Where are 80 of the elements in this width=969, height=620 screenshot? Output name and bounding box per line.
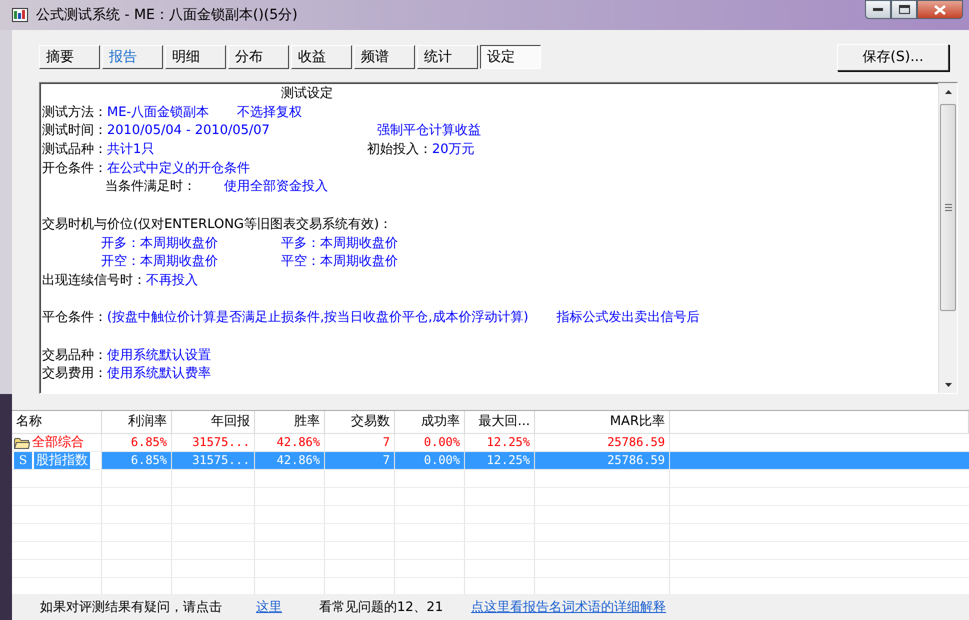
- section-label: 交易时机与价位(仅对ENTERLONG等旧图表交易系统有效)：: [42, 216, 392, 234]
- field-value: 使用系统默认费率: [107, 365, 211, 384]
- column-header[interactable]: 名称: [12, 411, 102, 433]
- table-cell: 31575...: [172, 434, 255, 451]
- minimize-button[interactable]: [865, 0, 891, 19]
- field-value: 2010/05/04 - 2010/05/07: [107, 122, 270, 140]
- scrollbar[interactable]: [938, 83, 957, 393]
- table-cell: 7: [325, 452, 395, 469]
- save-button[interactable]: 保存(S)...: [837, 44, 949, 70]
- folder-icon: [14, 436, 30, 448]
- price-setting: 开空：本周期收盘价: [101, 253, 219, 272]
- tab[interactable]: 统计: [417, 45, 478, 69]
- column-header[interactable]: 成功率: [395, 411, 465, 433]
- field-value: 指标公式发出卖出信号后: [556, 309, 700, 328]
- field-value: 使用全部资金投入: [224, 178, 328, 196]
- field-value: 强制平仓计算收益: [377, 122, 481, 140]
- column-header[interactable]: 年回报: [172, 411, 255, 433]
- faq-note: 看常见问题的12、21: [319, 599, 444, 616]
- table-cell: 42.86%: [255, 452, 325, 469]
- help-text: 如果对评测结果有疑问，请点击: [40, 599, 222, 616]
- price-setting: 平空：本周期收盘价: [281, 253, 399, 272]
- field-label: 开仓条件：: [42, 160, 107, 178]
- scroll-down-icon[interactable]: [944, 382, 952, 386]
- field-value: 20万元: [432, 141, 475, 160]
- help-link[interactable]: 这里: [256, 598, 282, 616]
- table-cell: 股指指数: [34, 452, 90, 469]
- type-letter: S: [14, 452, 32, 469]
- column-header[interactable]: 利润率: [102, 411, 172, 433]
- field-value: (按盘中触位价计算是否满足止损条件,按当日收盘价平仓,成本价浮动计算): [107, 309, 528, 328]
- price-setting: 开多：本周期收盘价: [101, 234, 219, 252]
- tab[interactable]: 明细: [165, 45, 226, 69]
- field-label: 平仓条件：: [42, 309, 107, 328]
- tab[interactable]: 报告: [102, 45, 163, 69]
- table-cell: 0.00%: [395, 434, 465, 451]
- tab[interactable]: 设定: [480, 45, 541, 69]
- table-cell: 31575...: [172, 452, 255, 469]
- scroll-up-icon[interactable]: [944, 90, 952, 94]
- table-cell: 12.25%: [465, 434, 535, 451]
- table-cell: 42.86%: [255, 434, 325, 451]
- field-label: 当条件满足时：: [105, 178, 196, 196]
- table-cell: 7: [325, 434, 395, 451]
- minimize-icon: [873, 8, 883, 12]
- maximize-button[interactable]: [891, 0, 917, 19]
- tab[interactable]: 摘要: [39, 45, 100, 69]
- field-label: 初始投入：: [367, 141, 432, 160]
- field-label: 测试方法：: [42, 104, 107, 122]
- report-heading: 测试设定: [281, 85, 333, 103]
- table-cell: 6.85%: [102, 434, 172, 451]
- tab[interactable]: 收益: [291, 45, 352, 69]
- field-value: 共计1只: [107, 141, 154, 160]
- field-label: 测试品种：: [42, 141, 107, 160]
- column-header[interactable]: 胜率: [255, 411, 325, 433]
- column-header[interactable]: MAR比率: [535, 411, 670, 433]
- table-cell: 25786.59: [535, 452, 670, 469]
- field-value: ME-八面金锁副本: [107, 104, 210, 122]
- table-cell: 12.25%: [465, 452, 535, 469]
- field-value: 使用系统默认设置: [107, 346, 211, 365]
- scroll-thumb[interactable]: [940, 104, 956, 311]
- column-header[interactable]: 交易数: [325, 411, 395, 433]
- field-value: 不选择复权: [237, 104, 302, 122]
- maximize-icon: [898, 5, 910, 14]
- close-button[interactable]: [917, 0, 963, 19]
- field-label: 出现连续信号时：: [42, 272, 146, 290]
- table-cell: 0.00%: [395, 452, 465, 469]
- close-icon: [934, 4, 946, 14]
- field-label: 交易品种：: [42, 346, 107, 365]
- tab[interactable]: 分布: [228, 45, 289, 69]
- glossary-link[interactable]: 点这里看报告名词术语的详细解释: [471, 598, 666, 616]
- table-cell: 6.85%: [102, 452, 172, 469]
- field-value: 不再投入: [146, 272, 198, 290]
- field-label: 交易费用：: [42, 365, 107, 384]
- column-header[interactable]: 最大回...: [465, 411, 535, 433]
- field-label: 测试时间：: [42, 122, 107, 140]
- field-value: 在公式中定义的开仓条件: [107, 160, 250, 178]
- window-title: 公式测试系统 - ME：八面金锁副本()(5分): [36, 6, 299, 24]
- table-cell: 25786.59: [535, 434, 670, 451]
- app-icon: [12, 8, 28, 22]
- price-setting: 平多：本周期收盘价: [281, 234, 399, 252]
- table-cell: 全部综合: [32, 434, 84, 451]
- tab[interactable]: 频谱: [354, 45, 415, 69]
